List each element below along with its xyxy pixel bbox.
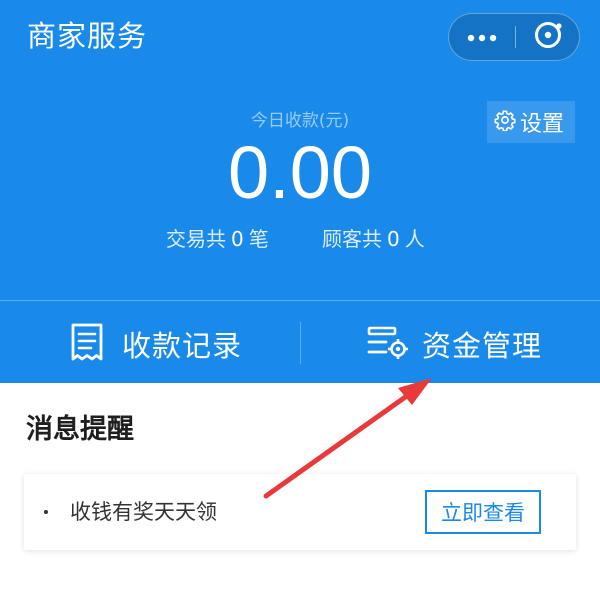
transactions-count: 0 (231, 227, 244, 251)
today-income-label: 今日收款(元) (250, 111, 350, 131)
message-bullet (44, 510, 48, 514)
fund-management-label: 资金管理 (422, 329, 543, 363)
fund-settings-icon (366, 324, 408, 364)
mini-program-capsule (448, 13, 580, 61)
today-income-amount: 0.00 (227, 131, 373, 214)
close-circle-icon (533, 20, 563, 54)
actions-divider (300, 322, 301, 364)
page: 商家服务 设置 今日收款(元) 0.00 交易共 0 笔 顾客共 0 人 收款记… (0, 0, 600, 595)
payment-records-label: 收款记录 (122, 329, 243, 363)
transactions-stat: 交易共 0 笔 (166, 224, 269, 254)
view-now-button[interactable]: 立即查看 (425, 490, 541, 534)
fund-management-button[interactable]: 资金管理 (366, 318, 542, 370)
customers-stat: 顾客共 0 人 (322, 224, 425, 254)
header-divider (0, 300, 600, 301)
message-text: 收钱有奖天天领 (70, 500, 217, 524)
transactions-prefix: 交易共 (166, 227, 226, 251)
close-button[interactable] (516, 14, 580, 60)
customers-count: 0 (387, 227, 400, 251)
summary-stats: 交易共 0 笔 顾客共 0 人 (0, 224, 600, 254)
customers-unit: 人 (404, 227, 425, 251)
message-card: 收钱有奖天天领 立即查看 (24, 474, 576, 550)
receipt-icon (70, 322, 104, 366)
customers-prefix: 顾客共 (322, 227, 382, 251)
messages-title: 消息提醒 (26, 414, 134, 445)
header-panel: 商家服务 设置 今日收款(元) 0.00 交易共 0 笔 顾客共 0 人 收款记… (0, 0, 600, 383)
payment-records-button[interactable]: 收款记录 (70, 318, 242, 370)
more-button[interactable] (449, 14, 515, 60)
more-dots-icon (466, 28, 498, 47)
transactions-unit: 笔 (248, 227, 269, 251)
app-title: 商家服务 (27, 19, 148, 53)
